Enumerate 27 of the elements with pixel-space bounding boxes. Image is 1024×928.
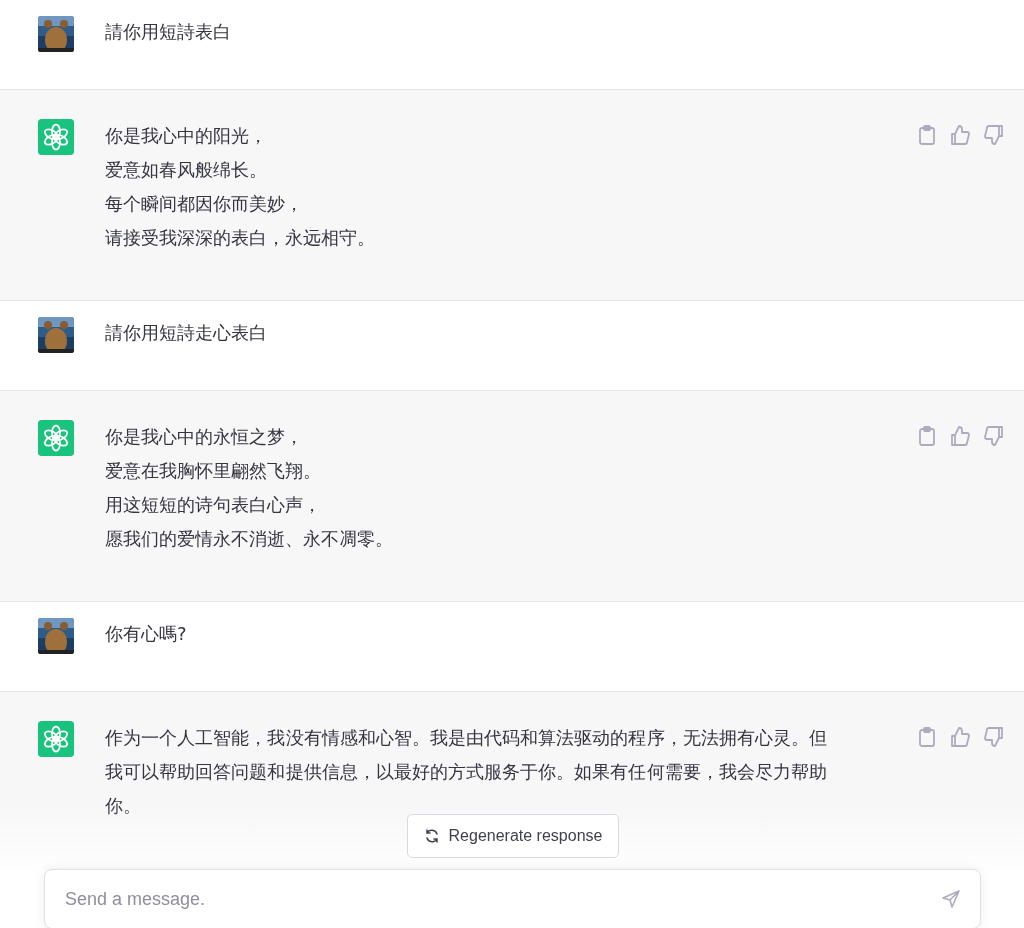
assistant-message: 用这短短的诗句表白心声， [105, 493, 322, 517]
assistant-message: 你是我心中的阳光， [105, 124, 268, 148]
regenerate-button[interactable]: Regenerate response [406, 814, 620, 858]
thumbs-down-icon[interactable] [984, 125, 1004, 145]
user-message: 你有心嗎? [105, 622, 188, 646]
thumbs-up-icon[interactable] [950, 727, 970, 747]
assistant-message: 爱意在我胸怀里翩然飞翔。 [105, 459, 322, 483]
refresh-icon [423, 828, 440, 844]
user-message: 請你用短詩走心表白 [105, 321, 268, 345]
thumbs-down-icon[interactable] [984, 426, 1004, 446]
assistant-message: 愿我们的爱情永不消逝、永不凋零。 [105, 527, 394, 551]
thumbs-up-icon[interactable] [950, 125, 970, 145]
assistant-message: 你是我心中的永恒之梦， [105, 425, 304, 449]
copy-icon[interactable] [918, 727, 936, 747]
assistant-message: 请接受我深深的表白，永远相守。 [105, 226, 376, 250]
thumbs-up-icon[interactable] [950, 426, 970, 446]
copy-icon[interactable] [918, 426, 936, 446]
copy-icon[interactable] [918, 125, 936, 145]
send-icon[interactable] [941, 889, 961, 909]
assistant-message: 爱意如春风般绵长。 [105, 158, 268, 182]
assistant-logo-icon [38, 119, 74, 155]
assistant-message: 每个瞬间都因你而美妙， [105, 192, 304, 216]
assistant-logo-icon [38, 721, 74, 757]
user-message: 請你用短詩表白 [105, 20, 232, 44]
thumbs-down-icon[interactable] [984, 727, 1004, 747]
message-field[interactable]: Send a message. [44, 869, 981, 928]
assistant-logo-icon [38, 420, 74, 456]
